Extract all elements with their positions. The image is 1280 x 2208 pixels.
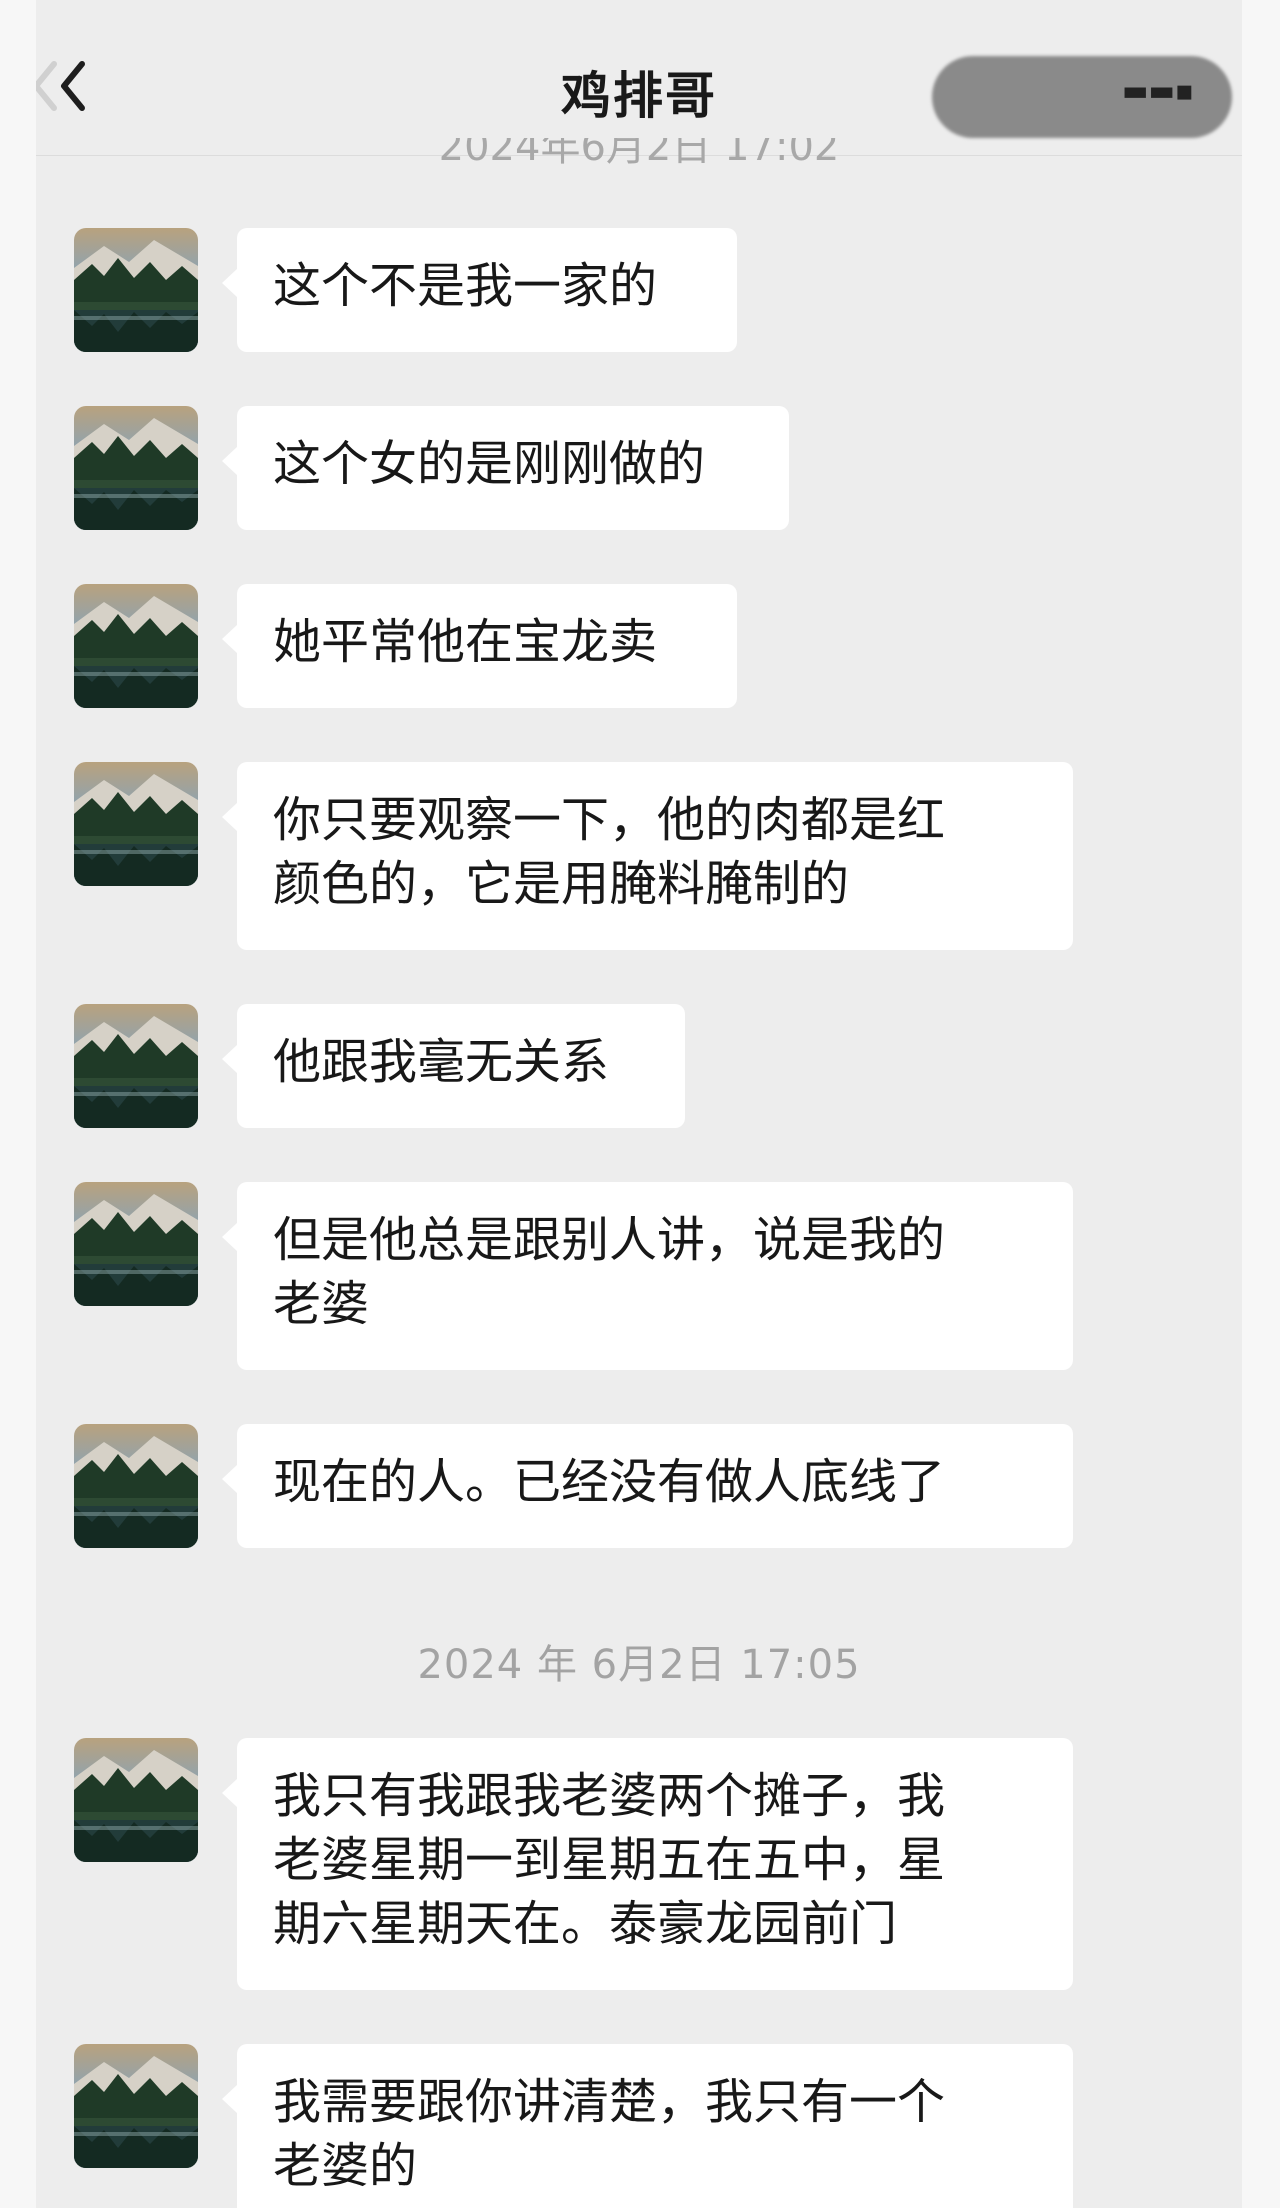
- message-text: 她平常他在宝龙卖: [273, 614, 658, 670]
- message-row: 我只有我跟我老婆两个摊子，我 老婆星期一到星期五在五中，星 期六星期天在。泰豪龙…: [36, 1738, 1242, 1990]
- message-row: 但是他总是跟别人讲，说是我的 老婆: [36, 1182, 1242, 1370]
- message-text: 这个不是我一家的: [273, 258, 658, 314]
- message-text: 我只有我跟我老婆两个摊子，我 老婆星期一到星期五在五中，星 期六星期天在。泰豪龙…: [273, 1768, 946, 1952]
- message-bubble[interactable]: 我需要跟你讲清楚，我只有一个 老婆的: [222, 2044, 1073, 2208]
- bubble-tail: [222, 268, 238, 298]
- message-bubble[interactable]: 这个女的是刚刚做的: [222, 406, 789, 530]
- message-row: 现在的人。已经没有做人底线了: [36, 1424, 1242, 1548]
- message-text: 现在的人。已经没有做人底线了: [273, 1454, 946, 1510]
- avatar[interactable]: [74, 2044, 198, 2168]
- timestamp-divider: 2024 年 6月2日 17:05: [417, 1642, 861, 1688]
- message-row: 他跟我毫无关系: [36, 1004, 1242, 1128]
- message-bubble[interactable]: 她平常他在宝龙卖: [222, 584, 737, 708]
- message-row: 她平常他在宝龙卖: [36, 584, 1242, 708]
- chat-screen: 鸡排哥 ▬▬▪ 2024年6月2日 17:02 这个不是我一家的 这个女的是刚刚…: [36, 0, 1242, 2208]
- avatar[interactable]: [74, 1182, 198, 1306]
- left-frame: [0, 0, 36, 2208]
- bubble-tail: [222, 1222, 238, 1252]
- message-bubble[interactable]: 现在的人。已经没有做人底线了: [222, 1424, 1073, 1548]
- message-text: 这个女的是刚刚做的: [273, 436, 706, 492]
- message-text: 我需要跟你讲清楚，我只有一个 老婆的: [273, 2074, 946, 2194]
- message-text: 你只要观察一下，他的肉都是红 颜色的，它是用腌料腌制的: [273, 792, 946, 912]
- message-bubble[interactable]: 但是他总是跟别人讲，说是我的 老婆: [222, 1182, 1073, 1370]
- message-row: 我需要跟你讲清楚，我只有一个 老婆的: [36, 2044, 1242, 2208]
- message-text: 但是他总是跟别人讲，说是我的 老婆: [273, 1212, 946, 1332]
- avatar[interactable]: [74, 406, 198, 530]
- avatar[interactable]: [74, 1424, 198, 1548]
- message-row: 你只要观察一下，他的肉都是红 颜色的，它是用腌料腌制的: [36, 762, 1242, 950]
- bubble-tail: [222, 624, 238, 654]
- message-bubble[interactable]: 这个不是我一家的: [222, 228, 737, 352]
- chat-header: 鸡排哥 ▬▬▪ 2024年6月2日 17:02: [36, 0, 1242, 166]
- blurred-pill-label: ▬▬▪: [1122, 74, 1194, 107]
- avatar[interactable]: [74, 228, 198, 352]
- message-bubble[interactable]: 我只有我跟我老婆两个摊子，我 老婆星期一到星期五在五中，星 期六星期天在。泰豪龙…: [222, 1738, 1073, 1990]
- avatar[interactable]: [74, 584, 198, 708]
- timestamp-partial: 2024年6月2日 17:02: [438, 138, 840, 166]
- bubble-tail: [222, 1464, 238, 1494]
- avatar[interactable]: [74, 762, 198, 886]
- bubble-tail: [222, 2084, 238, 2114]
- message-bubble[interactable]: 他跟我毫无关系: [222, 1004, 685, 1128]
- bubble-tail: [222, 802, 238, 832]
- message-bubble[interactable]: 你只要观察一下，他的肉都是红 颜色的，它是用腌料腌制的: [222, 762, 1073, 950]
- message-row: 这个不是我一家的: [36, 228, 1242, 352]
- avatar[interactable]: [74, 1004, 198, 1128]
- avatar[interactable]: [74, 1738, 198, 1862]
- bubble-tail: [222, 1778, 238, 1808]
- bubble-tail: [222, 1044, 238, 1074]
- bubble-tail: [222, 446, 238, 476]
- message-row: 这个女的是刚刚做的: [36, 406, 1242, 530]
- right-frame: [1242, 0, 1280, 2208]
- message-text: 他跟我毫无关系: [273, 1034, 610, 1090]
